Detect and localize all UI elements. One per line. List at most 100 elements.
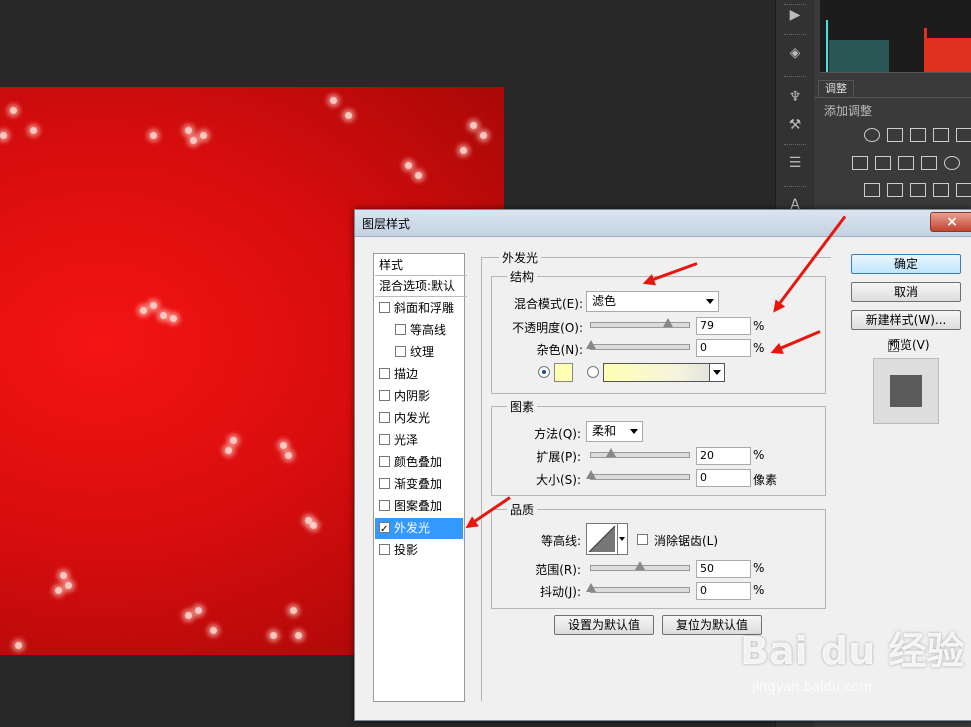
brightness-icon[interactable]: [864, 128, 880, 142]
style-item[interactable]: 内发光: [375, 408, 463, 429]
gradient-radio[interactable]: [587, 366, 599, 378]
play-icon[interactable]: ▶: [784, 6, 806, 24]
grip-handle[interactable]: [784, 186, 806, 189]
slider-thumb[interactable]: [586, 470, 596, 479]
style-item[interactable]: 投影: [375, 540, 463, 561]
range-label: 范围(R):: [535, 563, 581, 577]
method-label: 方法(Q):: [534, 427, 581, 441]
style-checkbox[interactable]: [379, 302, 390, 313]
close-button[interactable]: ×: [930, 212, 971, 232]
gradient-dropdown[interactable]: [709, 364, 724, 381]
style-checkbox[interactable]: [379, 478, 390, 489]
selective-color-icon[interactable]: [956, 183, 971, 197]
tab-adjustments[interactable]: 调整: [818, 80, 854, 97]
ok-button[interactable]: 确定: [851, 254, 961, 274]
style-list: 样式 混合选项:默认 斜面和浮雕 等高线 纹理描边内阴影 内发光 光泽 颜色叠加 渐变叠加图…: [373, 253, 467, 702]
method-select[interactable]: 柔和: [586, 421, 643, 442]
style-checkbox[interactable]: [379, 434, 390, 445]
slider-thumb[interactable]: [586, 583, 596, 592]
style-item[interactable]: 描边: [375, 364, 463, 385]
slider-thumb[interactable]: [635, 561, 645, 570]
spread-input[interactable]: 20: [696, 447, 751, 465]
style-checkbox[interactable]: [379, 368, 390, 379]
character-icon[interactable]: ☰: [784, 154, 806, 172]
brush-icon[interactable]: ♆: [784, 88, 806, 106]
sparkle: [195, 607, 202, 614]
chevron-down-icon: [713, 370, 721, 375]
contour-preview-icon: [588, 525, 616, 553]
style-item[interactable]: 图案叠加: [375, 496, 463, 517]
style-checkbox[interactable]: [379, 519, 390, 539]
gradient-map-icon[interactable]: [933, 183, 949, 197]
blend-mode-label: 混合模式(E):: [514, 297, 583, 311]
brush-settings-icon[interactable]: ⚒: [784, 116, 806, 134]
jitter-slider[interactable]: [586, 583, 690, 593]
opacity-input[interactable]: 79: [696, 317, 751, 335]
contour-dropdown[interactable]: [617, 524, 627, 554]
style-item[interactable]: 纹理: [375, 342, 463, 363]
sparkle: [415, 172, 422, 179]
channel-mixer-icon[interactable]: [944, 156, 960, 170]
sparkle: [140, 307, 147, 314]
size-input[interactable]: 0: [696, 469, 751, 487]
divider: [814, 97, 971, 98]
watermark-url: jingyan.baidu.com: [752, 680, 872, 695]
contour-picker[interactable]: [586, 523, 628, 555]
cancel-button[interactable]: 取消: [851, 282, 961, 302]
posterize-icon[interactable]: [887, 183, 903, 197]
noise-input[interactable]: 0: [696, 339, 751, 357]
threshold-icon[interactable]: [910, 183, 926, 197]
exposure-icon[interactable]: [933, 128, 949, 142]
range-input[interactable]: 50: [696, 560, 751, 578]
vibrance-icon[interactable]: [956, 128, 971, 142]
antialias-checkbox[interactable]: [637, 534, 648, 545]
style-checkbox[interactable]: [379, 390, 390, 401]
grip-handle[interactable]: [784, 34, 806, 37]
balance-icon[interactable]: [875, 156, 891, 170]
hue-icon[interactable]: [852, 156, 868, 170]
style-item[interactable]: 渐变叠加: [375, 474, 463, 495]
size-slider[interactable]: [586, 470, 690, 480]
cube-icon[interactable]: ◈: [784, 44, 806, 62]
style-checkbox[interactable]: [379, 456, 390, 467]
style-item[interactable]: 斜面和浮雕: [375, 298, 463, 319]
glow-color-swatch[interactable]: [554, 363, 573, 382]
percent-unit: %: [753, 561, 765, 575]
style-checkbox[interactable]: [379, 412, 390, 423]
spread-slider[interactable]: [590, 448, 690, 458]
grip-handle[interactable]: [784, 144, 806, 147]
range-slider[interactable]: [590, 561, 690, 571]
style-checkbox[interactable]: [395, 346, 406, 357]
slider-thumb[interactable]: [586, 340, 596, 349]
jitter-input[interactable]: 0: [696, 582, 751, 600]
grip-handle[interactable]: [784, 76, 806, 79]
solid-color-radio[interactable]: [538, 366, 550, 378]
style-item[interactable]: 光泽: [375, 430, 463, 451]
style-list-header[interactable]: 样式: [375, 255, 467, 276]
opacity-slider[interactable]: [590, 318, 690, 328]
noise-slider[interactable]: [586, 340, 690, 350]
slider-thumb[interactable]: [605, 448, 616, 457]
curves-icon[interactable]: [910, 128, 926, 142]
sparkle: [460, 147, 467, 154]
style-item-label: 描边: [394, 367, 419, 381]
style-item[interactable]: 颜色叠加: [375, 452, 463, 473]
style-checkbox[interactable]: [395, 324, 406, 335]
make-default-button[interactable]: 设置为默认值: [554, 615, 654, 635]
style-item[interactable]: 外发光: [375, 518, 463, 539]
blend-mode-select[interactable]: 滤色: [586, 291, 719, 312]
gradient-picker[interactable]: [603, 363, 725, 382]
new-style-button[interactable]: 新建样式(W)...: [851, 310, 961, 330]
preview-square: [890, 375, 922, 407]
blend-options-item[interactable]: 混合选项:默认: [375, 276, 467, 297]
black-white-icon[interactable]: [898, 156, 914, 170]
levels-icon[interactable]: [887, 128, 903, 142]
slider-thumb[interactable]: [663, 318, 674, 327]
dialog-titlebar[interactable]: 图层样式 ×: [355, 210, 971, 237]
style-checkbox[interactable]: [379, 500, 390, 511]
invert-icon[interactable]: [864, 183, 880, 197]
style-checkbox[interactable]: [379, 544, 390, 555]
photo-filter-icon[interactable]: [921, 156, 937, 170]
style-item[interactable]: 内阴影: [375, 386, 463, 407]
style-item[interactable]: 等高线: [375, 320, 463, 341]
